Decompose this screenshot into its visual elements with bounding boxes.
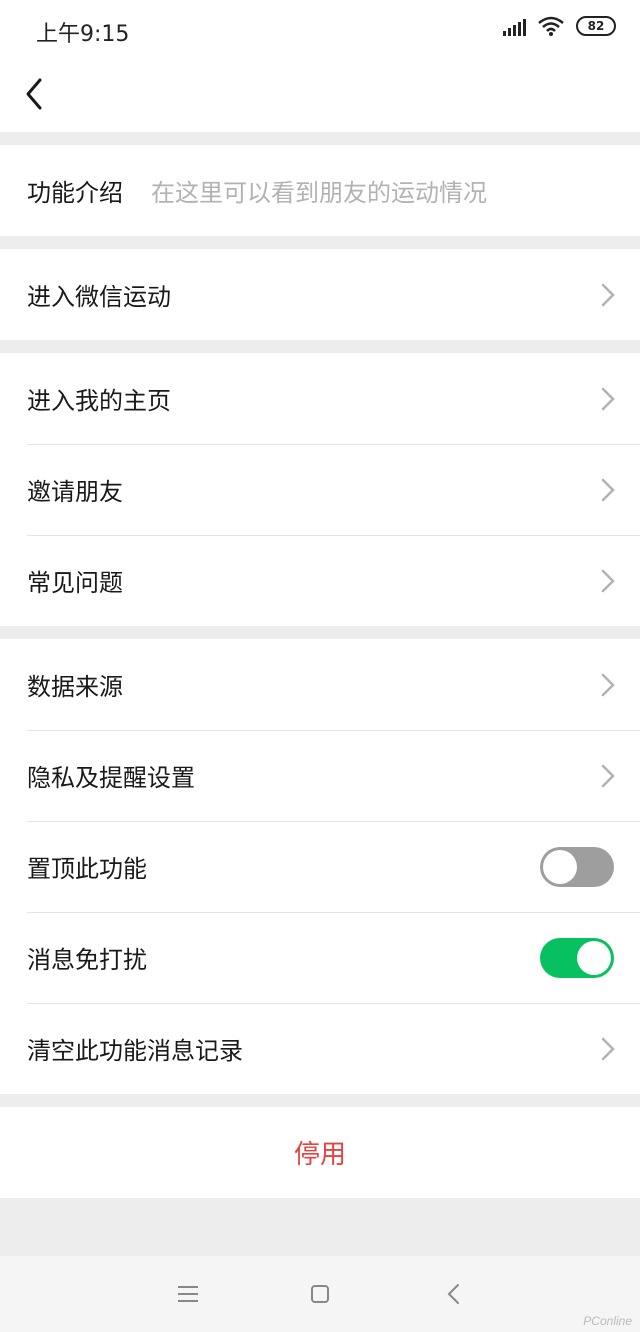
- home-icon[interactable]: [300, 1274, 340, 1314]
- row-pin-to-top: 置顶此功能: [0, 821, 640, 912]
- chevron-right-icon: [601, 387, 615, 411]
- intro-row: 功能介绍 在这里可以看到朋友的运动情况: [0, 145, 640, 236]
- row-label: 消息免打扰: [27, 946, 147, 974]
- status-time: 上午9:15: [36, 22, 130, 47]
- toggle-knob: [543, 850, 577, 884]
- row-enter-wechat-sport[interactable]: 进入微信运动: [0, 249, 640, 340]
- disable-button[interactable]: 停用: [0, 1107, 640, 1198]
- back-icon[interactable]: [434, 1274, 474, 1314]
- row-label: 数据来源: [27, 673, 123, 701]
- wifi-icon: [538, 16, 564, 36]
- row-label: 常见问题: [27, 569, 123, 597]
- row-data-source[interactable]: 数据来源: [0, 639, 640, 730]
- row-label: 置顶此功能: [27, 855, 147, 883]
- pin-to-top-toggle[interactable]: [540, 847, 614, 887]
- row-label: 进入微信运动: [27, 283, 171, 311]
- group-3: 数据来源 隐私及提醒设置 置顶此功能 消息免打扰 清空此功能消息记录: [0, 639, 640, 1094]
- row-mute-notifications: 消息免打扰: [0, 912, 640, 1003]
- chevron-right-icon: [601, 569, 615, 593]
- chevron-right-icon: [601, 478, 615, 502]
- row-my-homepage[interactable]: 进入我的主页: [0, 353, 640, 444]
- back-arrow-icon[interactable]: [18, 72, 58, 116]
- nav-bar: [0, 58, 640, 132]
- toggle-knob: [577, 941, 611, 975]
- signal-icon: [503, 16, 526, 36]
- intro-label: 功能介绍: [27, 179, 123, 207]
- status-bar: 上午9:15 82: [0, 0, 640, 58]
- watermark: PConline: [583, 1314, 632, 1328]
- group-1: 进入微信运动: [0, 249, 640, 340]
- intro-desc: 在这里可以看到朋友的运动情况: [151, 179, 487, 207]
- group-2: 进入我的主页 邀请朋友 常见问题: [0, 353, 640, 626]
- row-label: 进入我的主页: [27, 387, 171, 415]
- row-invite-friends[interactable]: 邀请朋友: [0, 444, 640, 535]
- row-label: 邀请朋友: [27, 478, 123, 506]
- chevron-right-icon: [601, 283, 615, 307]
- row-clear-history[interactable]: 清空此功能消息记录: [0, 1003, 640, 1094]
- disable-button-label: 停用: [293, 1140, 346, 1170]
- status-icons: 82: [503, 16, 616, 36]
- mute-notifications-toggle[interactable]: [540, 938, 614, 978]
- chevron-right-icon: [601, 764, 615, 788]
- row-label: 隐私及提醒设置: [27, 764, 195, 792]
- chevron-right-icon: [601, 673, 615, 697]
- battery-icon: 82: [576, 16, 616, 36]
- row-label: 清空此功能消息记录: [27, 1037, 243, 1065]
- chevron-right-icon: [601, 1037, 615, 1061]
- row-privacy-settings[interactable]: 隐私及提醒设置: [0, 730, 640, 821]
- row-faq[interactable]: 常见问题: [0, 535, 640, 626]
- intro-section: 功能介绍 在这里可以看到朋友的运动情况: [0, 145, 640, 236]
- menu-icon[interactable]: [168, 1274, 208, 1314]
- system-nav-bar: PConline: [0, 1256, 640, 1332]
